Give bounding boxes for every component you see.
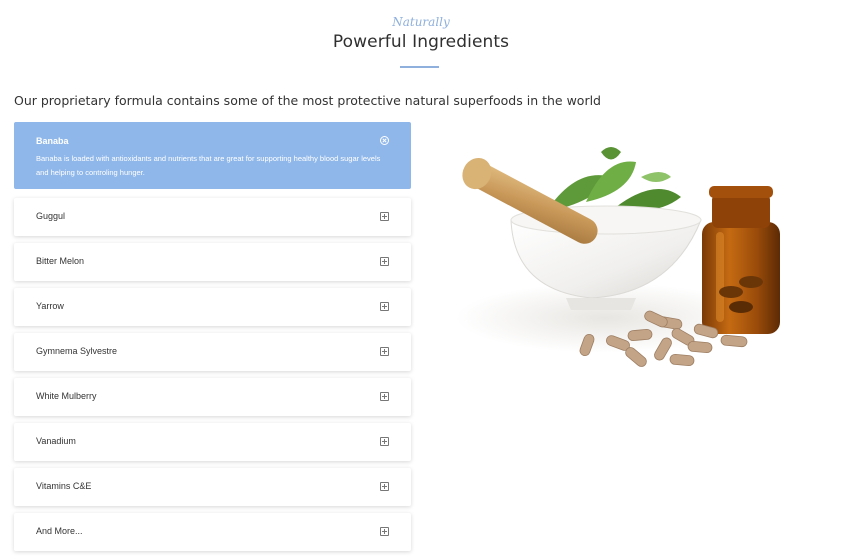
accordion-item-label: Vitamins C&E xyxy=(36,481,92,491)
accordion-item-label: Guggul xyxy=(36,211,66,221)
accordion-item-white-mulberry[interactable]: White Mulberry xyxy=(14,378,411,416)
accordion-item-banaba[interactable]: Banaba Banaba is loaded with antioxidant… xyxy=(14,122,411,189)
accordion-item-vitamins[interactable]: Vitamins C&E xyxy=(14,468,411,506)
plus-square-icon[interactable] xyxy=(380,482,389,491)
accordion-item-bitter-melon[interactable]: Bitter Melon xyxy=(14,243,411,281)
close-circle-icon[interactable] xyxy=(378,134,391,147)
plus-square-icon[interactable] xyxy=(380,527,389,536)
amber-jar xyxy=(702,186,780,334)
plus-square-icon[interactable] xyxy=(380,347,389,356)
plus-square-icon[interactable] xyxy=(380,437,389,446)
accordion-item-label: White Mulberry xyxy=(36,391,97,401)
accordion-item-label: And More... xyxy=(36,526,83,536)
section-eyebrow: Naturally xyxy=(392,15,450,29)
plus-square-icon[interactable] xyxy=(380,302,389,311)
title-divider xyxy=(400,66,439,68)
accordion-item-label: Bitter Melon xyxy=(36,256,85,266)
accordion-item-and-more[interactable]: And More... xyxy=(14,513,411,551)
accordion-item-gymnema-sylvestre[interactable]: Gymnema Sylvestre xyxy=(14,333,411,371)
section-title: Powerful Ingredients xyxy=(332,32,510,52)
accordion-item-guggul[interactable]: Guggul xyxy=(14,198,411,236)
accordion-item-yarrow[interactable]: Yarrow xyxy=(14,288,411,326)
intro-text: Our proprietary formula contains some of… xyxy=(14,93,601,108)
accordion-item-label: Vanadium xyxy=(36,436,76,446)
plus-square-icon[interactable] xyxy=(380,392,389,401)
plus-square-icon[interactable] xyxy=(380,257,389,266)
plus-square-icon[interactable] xyxy=(380,212,389,221)
accordion-item-label: Gymnema Sylvestre xyxy=(36,346,118,356)
accordion-item-label: Yarrow xyxy=(36,301,64,311)
mortar-pestle-image xyxy=(456,147,780,367)
accordion-item-body: Banaba is loaded with antioxidants and n… xyxy=(36,154,381,177)
accordion-item-vanadium[interactable]: Vanadium xyxy=(14,423,411,461)
accordion-item-label: Banaba xyxy=(36,136,69,146)
